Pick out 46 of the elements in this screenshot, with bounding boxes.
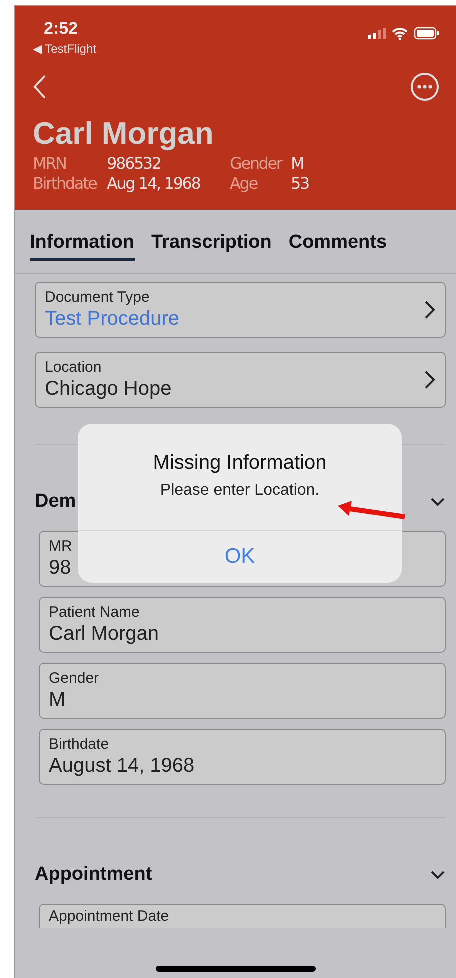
dialog-message: Please enter Location.: [160, 482, 320, 500]
signal-icon: [368, 28, 386, 39]
field-value: Chicago Hope: [45, 378, 172, 401]
chevron-right-icon: [424, 370, 436, 390]
more-icon[interactable]: [410, 72, 440, 102]
section-title: Appointment: [35, 864, 152, 886]
clock-time: 2:52: [44, 19, 80, 39]
tab[interactable]: Information: [30, 226, 134, 261]
back-to-app-link[interactable]: ◀ TestFlight: [33, 42, 96, 56]
field-label: Appointment Date: [49, 908, 170, 925]
chevron-down-icon[interactable]: [430, 497, 446, 507]
back-icon[interactable]: [33, 74, 47, 100]
detail-label: Birthdate: [33, 174, 98, 194]
field-value: 98: [49, 557, 72, 580]
detail-label: Gender: [230, 154, 284, 174]
field-label: Document Type: [45, 289, 151, 306]
tab[interactable]: Comments: [288, 226, 388, 261]
field-value: M: [49, 689, 67, 712]
field-value: August 14, 1968: [49, 755, 195, 778]
field-label: MR: [49, 538, 72, 555]
field-label: Gender: [49, 670, 100, 687]
field-label: Location: [45, 359, 103, 376]
field-label: Patient Name: [49, 604, 141, 621]
field-value: Test Procedure: [45, 308, 180, 331]
detail-label: MRN: [33, 154, 68, 174]
patient-name: Carl Morgan: [33, 116, 215, 152]
dialog-title: Missing Information: [153, 452, 327, 475]
tab[interactable]: Transcription: [152, 226, 272, 261]
form-field[interactable]: Location Chicago Hope: [35, 352, 446, 408]
form-field[interactable]: Birthdate August 14, 1968: [39, 729, 446, 785]
chevron-right-icon: [424, 300, 436, 320]
detail-value: M: [291, 154, 305, 174]
detail-label: Age: [230, 174, 259, 194]
section-title: Dem: [35, 491, 76, 513]
field-label: Birthdate: [49, 736, 110, 753]
detail-value: 53: [291, 174, 310, 194]
form-field[interactable]: Appointment Date: [39, 904, 446, 928]
battery-icon: [414, 27, 440, 40]
form-field[interactable]: Gender M: [39, 663, 446, 719]
form-field[interactable]: Patient Name Carl Morgan: [39, 597, 446, 653]
wifi-icon: [392, 28, 408, 40]
chevron-down-icon[interactable]: [430, 870, 446, 880]
form-field[interactable]: Document Type Test Procedure: [35, 282, 446, 338]
detail-value: 986532: [107, 154, 162, 174]
detail-value: Aug 14, 1968: [107, 174, 202, 194]
field-value: Carl Morgan: [49, 623, 160, 646]
